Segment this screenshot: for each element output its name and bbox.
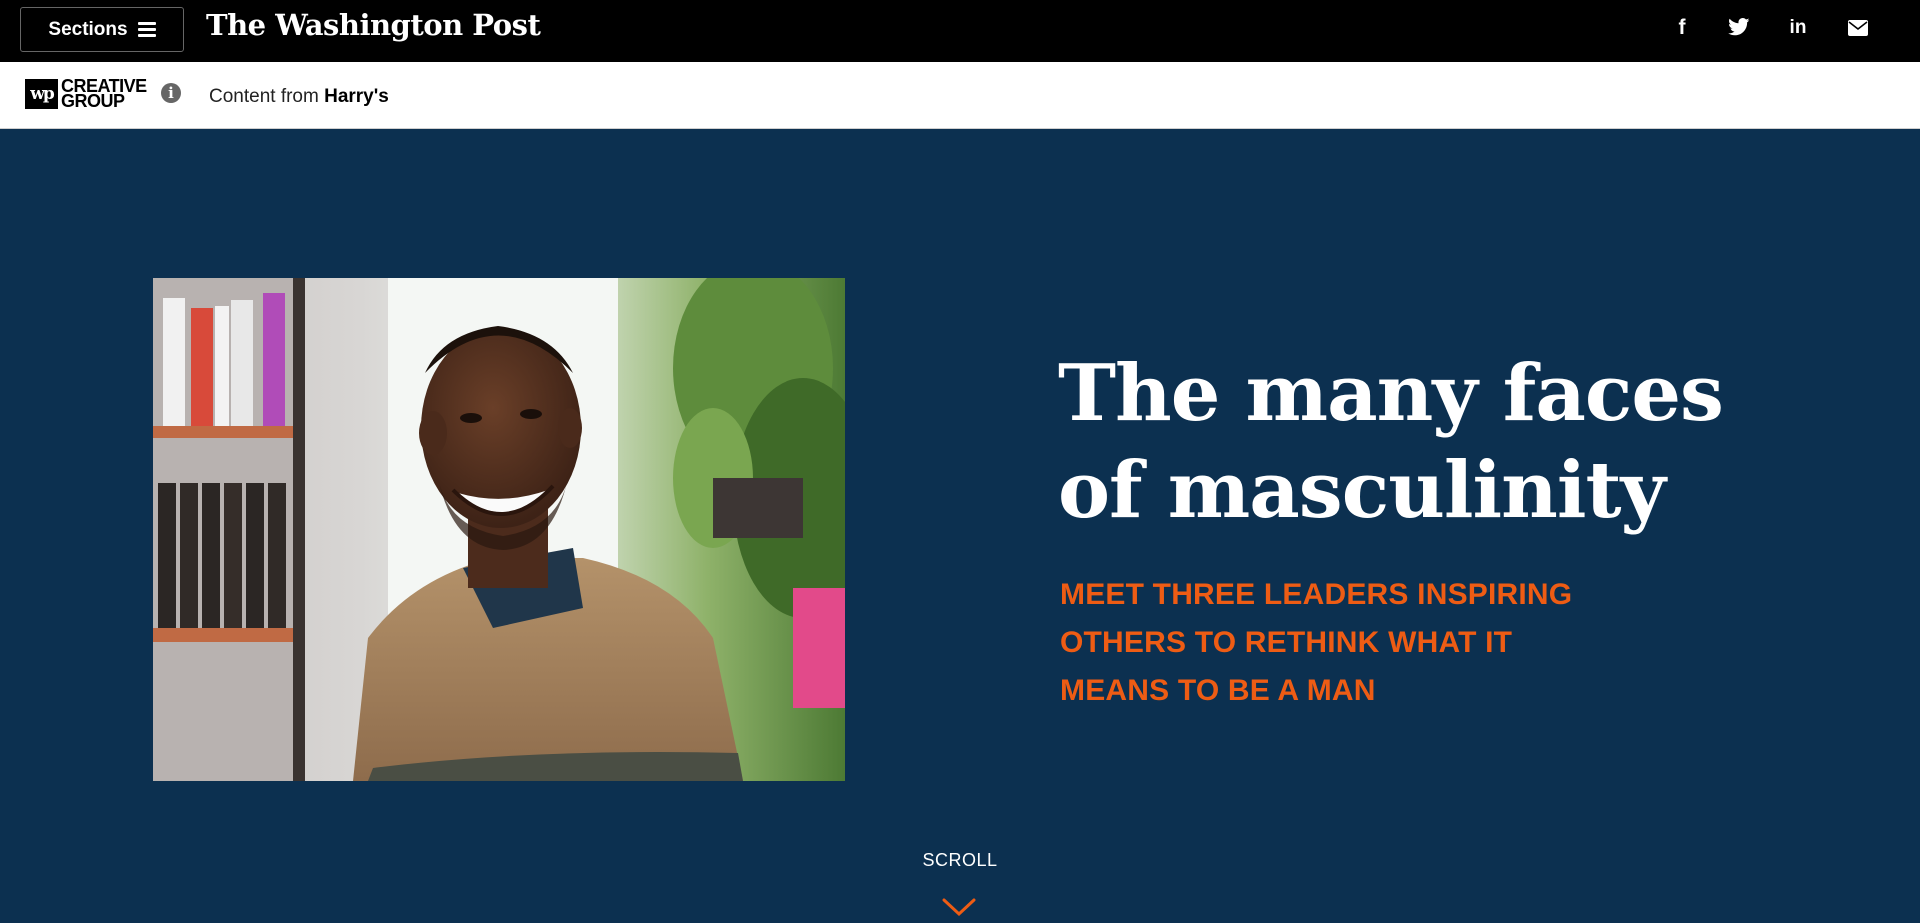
hero-headline: The many faces of masculinity: [1058, 348, 1724, 536]
info-icon[interactable]: i: [161, 83, 181, 103]
sponsor-prefix: Content from: [209, 86, 325, 107]
sponsor-credit: Content from Harry's: [209, 86, 389, 108]
twitter-icon[interactable]: [1727, 18, 1751, 38]
hero-subhead: MEET THREE LEADERS INSPIRING OTHERS TO R…: [1060, 578, 1573, 707]
sponsor-brand: Harry's: [324, 86, 389, 107]
chevron-down-icon[interactable]: [942, 897, 976, 917]
email-icon[interactable]: [1848, 20, 1868, 36]
facebook-icon[interactable]: f: [1674, 16, 1690, 40]
wp-mark: wp: [25, 79, 58, 109]
top-nav-bar: Sections The Washington Post f in: [0, 0, 1920, 62]
sponsor-bar: wp CREATIVE GROUP i Content from Harry's: [0, 62, 1920, 129]
hero-portrait-image: [153, 278, 845, 781]
linkedin-icon[interactable]: in: [1787, 17, 1809, 39]
creative-group-logo[interactable]: wp CREATIVE GROUP: [25, 77, 147, 111]
sections-label: Sections: [48, 18, 128, 40]
sections-button[interactable]: Sections: [20, 7, 184, 52]
menu-icon: [137, 22, 156, 37]
creative-group-line2: GROUP: [61, 91, 125, 111]
scroll-label[interactable]: SCROLL: [900, 850, 1020, 871]
washington-post-logo[interactable]: The Washington Post: [206, 8, 541, 42]
